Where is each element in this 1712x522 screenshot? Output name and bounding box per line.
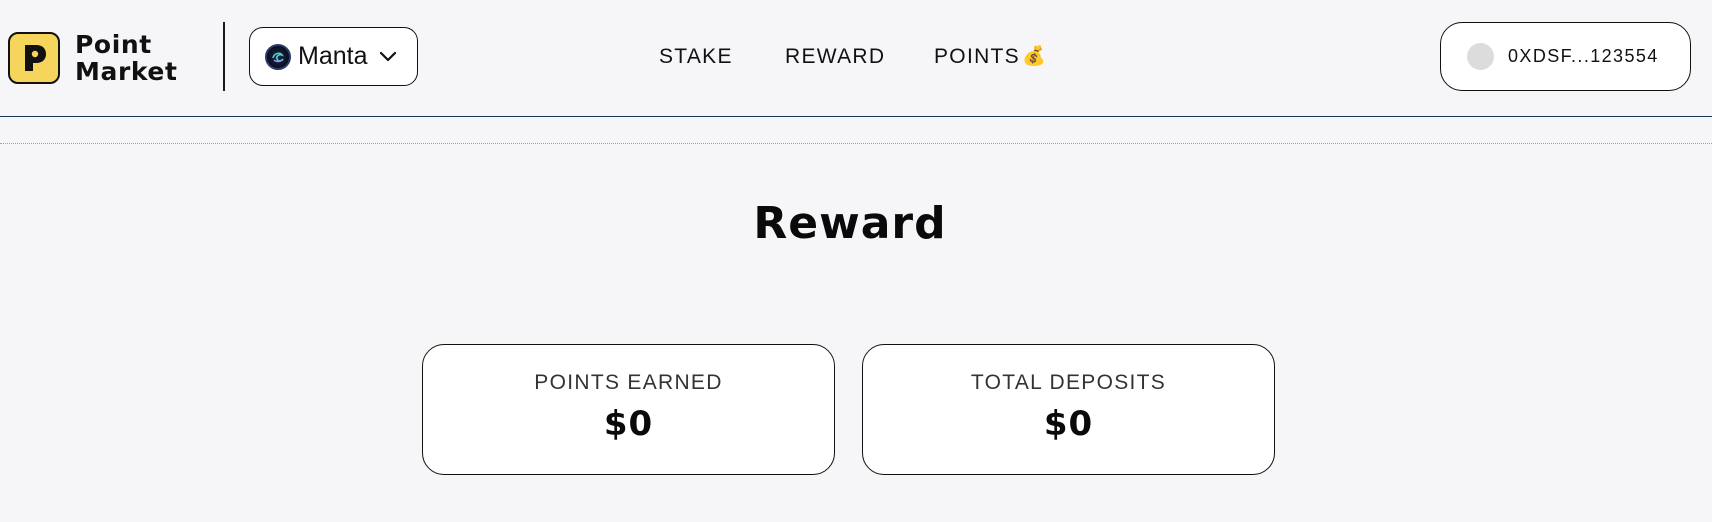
total-deposits-card: TOTAL DEPOSITS $0 xyxy=(862,344,1275,475)
total-deposits-value: $0 xyxy=(1043,404,1094,444)
total-deposits-label: TOTAL DEPOSITS xyxy=(970,371,1167,394)
wallet-avatar xyxy=(1467,43,1494,70)
nav-stake[interactable]: STAKE xyxy=(659,42,733,72)
nav-reward[interactable]: REWARD xyxy=(785,42,885,72)
top-header: Point Market Manta STAKE REWARD POINTS 💰… xyxy=(0,0,1712,117)
points-earned-value: $0 xyxy=(603,404,654,444)
page: Point Market Manta STAKE REWARD POINTS 💰… xyxy=(0,0,1712,522)
page-title: Reward xyxy=(753,198,947,249)
wallet-button[interactable]: 0XDSF...123554 xyxy=(1440,22,1691,91)
nav-points[interactable]: POINTS 💰 xyxy=(934,42,1047,72)
dotted-divider xyxy=(0,143,1712,144)
nav-points-label: POINTS xyxy=(934,45,1020,68)
points-earned-card: POINTS EARNED $0 xyxy=(422,344,835,475)
money-bag-icon: 💰 xyxy=(1021,46,1047,67)
wallet-address: 0XDSF...123554 xyxy=(1508,46,1659,66)
points-earned-label: POINTS EARNED xyxy=(534,371,723,394)
